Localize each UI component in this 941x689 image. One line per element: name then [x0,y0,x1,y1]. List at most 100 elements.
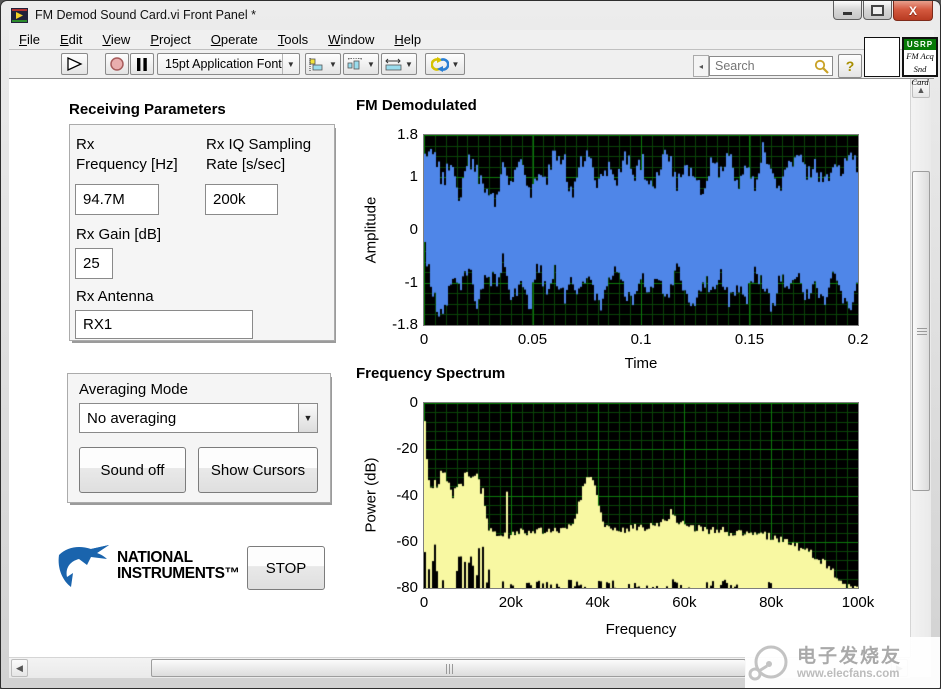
distribute-objects-icon [347,58,364,71]
x-tick-label: 100k [830,594,886,611]
resize-objects-button[interactable]: ▼ [381,53,417,75]
minimize-icon [843,12,852,15]
rx-gain-input[interactable] [75,248,113,279]
rx-iq-rate-label: Rx IQ Sampling Rate [s/sec] [206,135,311,176]
search-icon [814,59,829,74]
abort-button[interactable] [105,53,129,75]
reorder-objects-button[interactable]: ▼ [425,53,465,75]
toolbar: 15pt Application Font ▼ ▼ ▼ ▼ [9,50,934,79]
averaging-mode-select[interactable]: No averaging ▼ [79,403,318,433]
help-icon: ? [846,58,855,74]
vi-icon-line1: FM Acq [904,50,936,63]
receiving-parameters-title: Receiving Parameters [69,101,226,118]
y-tick-label: -1 [372,274,418,291]
window-title: FM Demod Sound Card.vi Front Panel * [35,8,256,22]
vi-document-icon [11,8,28,23]
restore-button[interactable] [863,1,892,20]
x-tick-label: 0 [396,594,452,611]
averaging-mode-value: No averaging [80,410,298,427]
fm-demodulated-title: FM Demodulated [356,97,477,114]
context-help-button[interactable]: ? [838,54,862,78]
rx-iq-rate-input[interactable] [205,184,278,215]
stop-button[interactable]: STOP [247,546,325,590]
rx-antenna-input[interactable] [75,310,253,339]
fm-demodulated-plot [423,134,859,326]
minimize-button[interactable] [833,1,862,20]
frequency-spectrum-title: Frequency Spectrum [356,365,505,382]
close-button[interactable]: X [893,1,933,21]
run-button[interactable] [61,53,88,75]
menu-file[interactable]: File [9,31,50,48]
run-arrow-icon [67,57,83,71]
horizontal-scroll-thumb[interactable] [151,659,746,677]
font-selector[interactable]: 15pt Application Font ▼ [157,53,300,75]
chevron-down-icon: ▼ [282,54,299,74]
reorder-icon [431,57,449,72]
labview-front-panel-window: FM Demod Sound Card.vi Front Panel * X F… [0,0,941,689]
distribute-objects-button[interactable]: ▼ [343,53,379,75]
watermark-cn-text: 电子发烧友 [797,647,902,668]
show-cursors-button[interactable]: Show Cursors [198,447,318,493]
x-tick-label: 20k [483,594,539,611]
y-tick-label: 1 [372,168,418,185]
ni-eagle-icon [57,543,113,589]
abort-icon [110,57,124,71]
scroll-left-button[interactable]: ◀ [11,659,28,677]
search-collapse-button[interactable]: ◂ [693,55,709,77]
y-tick-label: 1.8 [372,126,418,143]
close-icon: X [909,4,917,18]
chevron-down-icon: ▼ [405,60,413,69]
titlebar: FM Demod Sound Card.vi Front Panel * X [1,1,940,29]
pause-button[interactable] [130,53,154,75]
watermark-url: www.elecfans.com [797,668,902,680]
rx-frequency-input[interactable] [75,184,159,215]
chevron-down-icon: ▼ [452,60,460,69]
menu-operate[interactable]: Operate [201,31,268,48]
y-tick-label: 0 [372,221,418,238]
elecfans-logo-icon [745,640,793,688]
ni-logo: NATIONAL INSTRUMENTS™ [57,543,240,589]
align-objects-icon [309,58,326,71]
y-tick-label: -60 [372,533,418,550]
vi-icon-header: USRP [904,39,936,50]
chevron-down-icon: ▼ [298,404,317,432]
menu-edit[interactable]: Edit [50,31,92,48]
x-tick-label: 0.05 [505,331,561,348]
pause-icon [137,58,147,71]
restore-icon [871,5,884,16]
x-tick-label: 80k [743,594,799,611]
resize-objects-icon [385,58,402,71]
menu-window[interactable]: Window [318,31,384,48]
chevron-down-icon: ▼ [329,60,337,69]
menu-help[interactable]: Help [384,31,431,48]
menu-tools[interactable]: Tools [268,31,318,48]
vi-icon-blank-pane [864,37,900,77]
rx-gain-label: Rx Gain [dB] [76,225,161,245]
chevron-down-icon: ▼ [367,60,375,69]
ni-logo-line1: NATIONAL [117,550,240,566]
watermark: 电子发烧友 www.elecfans.com [745,637,941,689]
vertical-scrollbar[interactable]: ▲ ▼ [910,79,931,677]
y-tick-label: 0 [372,394,418,411]
averaging-mode-label: Averaging Mode [79,380,188,400]
menu-project[interactable]: Project [140,31,200,48]
frequency-spectrum-plot [423,402,859,589]
spectrum-xlabel: Frequency [424,621,858,638]
x-tick-label: 60k [656,594,712,611]
x-tick-label: 0.1 [613,331,669,348]
grip-icon [917,331,927,332]
vertical-scroll-thumb[interactable] [912,171,930,491]
vi-icon-line2: Snd Card [904,63,936,89]
font-selector-label: 15pt Application Font [158,57,282,71]
y-tick-label: -40 [372,487,418,504]
menu-view[interactable]: View [92,31,140,48]
menubar: File Edit View Project Operate Tools Win… [9,30,934,50]
y-tick-label: -1.8 [372,316,418,333]
x-tick-label: 40k [570,594,626,611]
y-tick-label: -20 [372,440,418,457]
align-objects-button[interactable]: ▼ [305,53,341,75]
rx-frequency-label: Rx Frequency [Hz] [76,135,178,176]
sound-off-button[interactable]: Sound off [79,447,186,493]
vi-icon[interactable]: USRP FM Acq Snd Card [902,37,938,77]
ni-logo-line2: INSTRUMENTS™ [117,566,240,582]
